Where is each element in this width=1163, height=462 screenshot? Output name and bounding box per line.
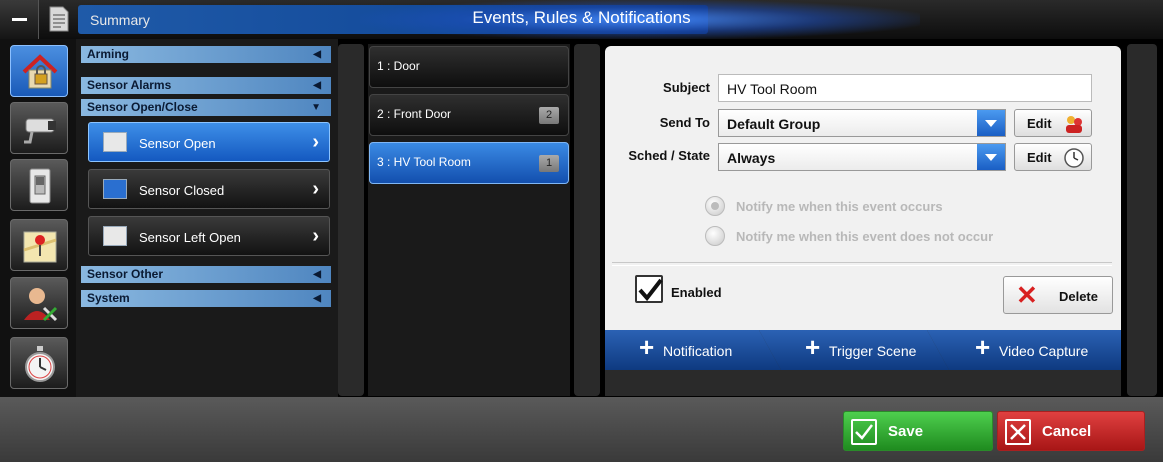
dropdown-arrow-icon[interactable] xyxy=(977,110,1005,136)
collapse-arrow-icon: ◀ xyxy=(313,269,321,280)
enabled-label: Enabled xyxy=(671,285,722,300)
check-icon xyxy=(851,419,877,445)
tab-add-trigger-scene[interactable]: + Trigger Scene xyxy=(759,330,949,370)
edit-schedule-button[interactable]: Edit xyxy=(1014,143,1092,171)
clock-icon xyxy=(1064,148,1084,168)
group-icon xyxy=(1066,116,1082,133)
close-x-icon: ✕ xyxy=(1016,280,1038,310)
subitem-sensor-open[interactable]: Sensor Open › xyxy=(88,122,330,162)
category-sensor-other[interactable]: Sensor Other ◀ xyxy=(81,266,331,283)
chevron-right-icon: › xyxy=(312,131,319,153)
icon-rail xyxy=(0,39,76,397)
radio-button[interactable] xyxy=(705,226,725,246)
enabled-checkbox[interactable] xyxy=(635,275,663,303)
plus-icon: + xyxy=(805,332,821,362)
scroll-track[interactable] xyxy=(338,44,364,396)
category-system[interactable]: System ◀ xyxy=(81,290,331,307)
subject-input[interactable]: HV Tool Room xyxy=(718,74,1092,102)
tab-add-notification[interactable]: + Notification xyxy=(605,330,781,370)
stopwatch-icon xyxy=(25,346,55,382)
rail-user-tools[interactable] xyxy=(10,277,68,329)
close-icon xyxy=(1005,419,1031,445)
scroll-track[interactable] xyxy=(574,44,600,396)
chevron-right-icon: › xyxy=(312,178,319,200)
action-tabs: + Notification + Trigger Scene + Video C… xyxy=(605,330,1121,370)
plus-icon: + xyxy=(639,332,655,362)
page-title: Events, Rules & Notifications xyxy=(472,8,691,27)
subject-label: Subject xyxy=(663,80,710,95)
event-item[interactable]: 1 : Door xyxy=(369,46,569,88)
sched-state-select[interactable]: Always xyxy=(718,143,1006,171)
sensor-closed-icon xyxy=(103,179,127,199)
sensor-open-icon xyxy=(103,132,127,152)
collapse-arrow-icon: ◀ xyxy=(313,80,321,91)
send-to-select[interactable]: Default Group xyxy=(718,109,1006,137)
category-sensor-open-close[interactable]: Sensor Open/Close ▼ xyxy=(81,99,331,116)
rail-camera[interactable] xyxy=(10,102,68,154)
map-pin-icon xyxy=(23,231,57,263)
sched-state-label: Sched / State xyxy=(628,148,710,163)
dropdown-arrow-icon[interactable] xyxy=(977,144,1005,170)
delete-button[interactable]: ✕ Delete xyxy=(1003,276,1113,314)
house-lock-icon xyxy=(22,54,58,89)
category-arming[interactable]: Arming ◀ xyxy=(81,46,331,63)
save-button[interactable]: Save xyxy=(843,411,993,451)
count-badge: 1 xyxy=(539,155,559,172)
edit-send-to-button[interactable]: Edit xyxy=(1014,109,1092,137)
plus-icon: + xyxy=(975,332,991,362)
rail-switch[interactable] xyxy=(10,159,68,211)
collapse-arrow-icon: ◀ xyxy=(313,49,321,60)
count-badge: 2 xyxy=(539,107,559,124)
top-bar: Summary Events, Rules & Notifications xyxy=(0,0,1163,39)
chevron-right-icon: › xyxy=(312,225,319,247)
collapse-arrow-icon: ◀ xyxy=(313,293,321,304)
subitem-sensor-left-open[interactable]: Sensor Left Open › xyxy=(88,216,330,256)
category-list: Arming ◀ Sensor Alarms ◀ Sensor Open/Clo… xyxy=(76,39,338,397)
rail-home-security[interactable] xyxy=(10,45,68,97)
rail-timer[interactable] xyxy=(10,337,68,389)
event-item[interactable]: 2 : Front Door 2 xyxy=(369,94,569,136)
user-tools-icon xyxy=(24,288,58,322)
event-item-selected[interactable]: 3 : HV Tool Room 1 xyxy=(369,142,569,184)
sensor-left-open-icon xyxy=(103,226,127,246)
cancel-button[interactable]: Cancel xyxy=(997,411,1145,451)
scroll-track[interactable] xyxy=(1127,44,1157,396)
subitem-sensor-closed[interactable]: Sensor Closed › xyxy=(88,169,330,209)
category-sensor-alarms[interactable]: Sensor Alarms ◀ xyxy=(81,77,331,94)
tab-add-video-capture[interactable]: + Video Capture xyxy=(927,330,1121,370)
expand-arrow-icon: ▼ xyxy=(311,102,321,113)
event-list: 1 : Door 2 : Front Door 2 3 : HV Tool Ro… xyxy=(368,44,570,396)
divider xyxy=(612,262,1112,263)
security-camera-icon xyxy=(24,118,56,144)
send-to-label: Send To xyxy=(659,115,710,130)
light-switch-icon xyxy=(29,168,51,204)
radio-button[interactable] xyxy=(705,196,725,216)
rail-map[interactable] xyxy=(10,219,68,271)
checkmark-icon xyxy=(638,278,663,302)
